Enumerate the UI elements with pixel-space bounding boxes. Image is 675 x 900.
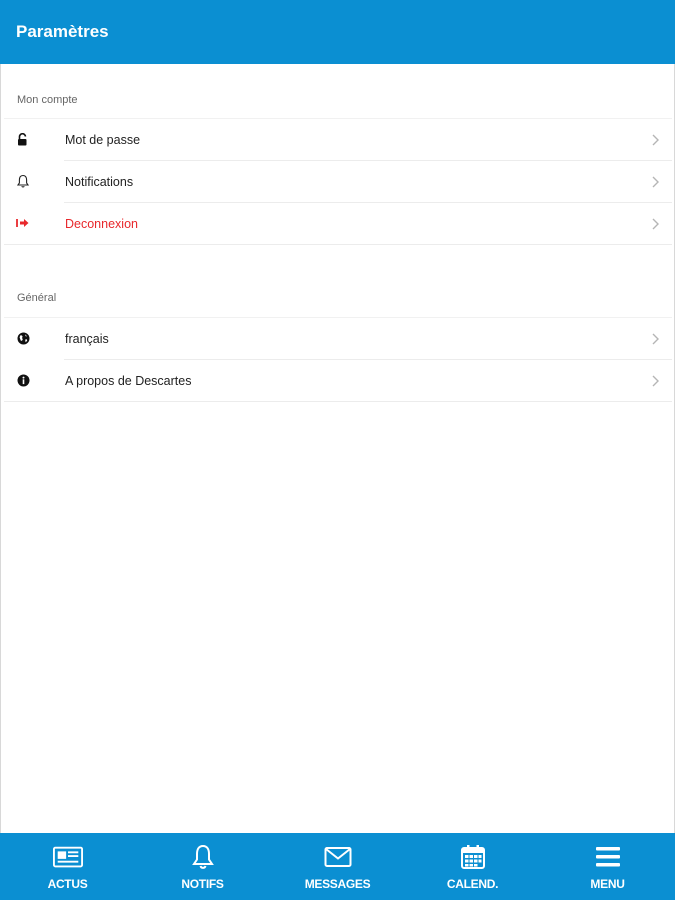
settings-item-about[interactable]: A propos de Descartes bbox=[4, 360, 672, 402]
chevron-right-icon bbox=[648, 175, 662, 189]
tab-actus[interactable]: ACTUS bbox=[0, 833, 135, 900]
tab-label: MESSAGES bbox=[304, 877, 371, 891]
envelope-icon bbox=[323, 845, 353, 869]
calendar-icon bbox=[458, 845, 488, 869]
chevron-right-icon bbox=[648, 374, 662, 388]
lock-icon bbox=[16, 132, 30, 146]
chevron-right-icon bbox=[648, 217, 662, 231]
settings-item-notifications[interactable]: Notifications bbox=[4, 161, 672, 203]
settings-item-language[interactable]: français bbox=[4, 318, 672, 360]
chevron-right-icon bbox=[648, 332, 662, 346]
settings-item-password[interactable]: Mot de passe bbox=[4, 119, 672, 161]
tab-label: NOTIFS bbox=[181, 877, 224, 891]
bell-icon bbox=[16, 174, 30, 188]
tab-calendar[interactable]: CALEND. bbox=[405, 833, 540, 900]
sign-out-icon bbox=[16, 216, 30, 230]
chevron-right-icon bbox=[648, 133, 662, 147]
tab-label: ACTUS bbox=[47, 877, 88, 891]
tab-notifs[interactable]: NOTIFS bbox=[135, 833, 270, 900]
settings-item-label: français bbox=[65, 332, 109, 346]
tab-menu[interactable]: MENU bbox=[540, 833, 675, 900]
bottom-tab-bar: ACTUS NOTIFS MESSAGES CALEND. MENU bbox=[0, 833, 675, 900]
tab-label: MENU bbox=[590, 877, 625, 891]
globe-icon bbox=[16, 331, 30, 345]
tab-label: CALEND. bbox=[446, 877, 499, 891]
newspaper-icon bbox=[52, 845, 83, 869]
settings-item-logout[interactable]: Deconnexion bbox=[4, 203, 672, 245]
settings-item-label: A propos de Descartes bbox=[65, 374, 192, 388]
app-header: Paramètres bbox=[0, 0, 675, 64]
settings-item-label: Mot de passe bbox=[65, 133, 141, 147]
page-title: Paramètres bbox=[16, 22, 109, 41]
settings-item-label: Deconnexion bbox=[65, 217, 138, 231]
bell-icon bbox=[188, 844, 218, 869]
divider bbox=[4, 244, 672, 245]
info-icon bbox=[16, 373, 30, 387]
hamburger-icon bbox=[593, 845, 623, 869]
section-label-account: Mon compte bbox=[17, 94, 78, 106]
section-label-general: Général bbox=[17, 292, 57, 304]
tab-messages[interactable]: MESSAGES bbox=[270, 833, 405, 900]
settings-item-label: Notifications bbox=[65, 175, 134, 189]
divider bbox=[4, 401, 672, 402]
